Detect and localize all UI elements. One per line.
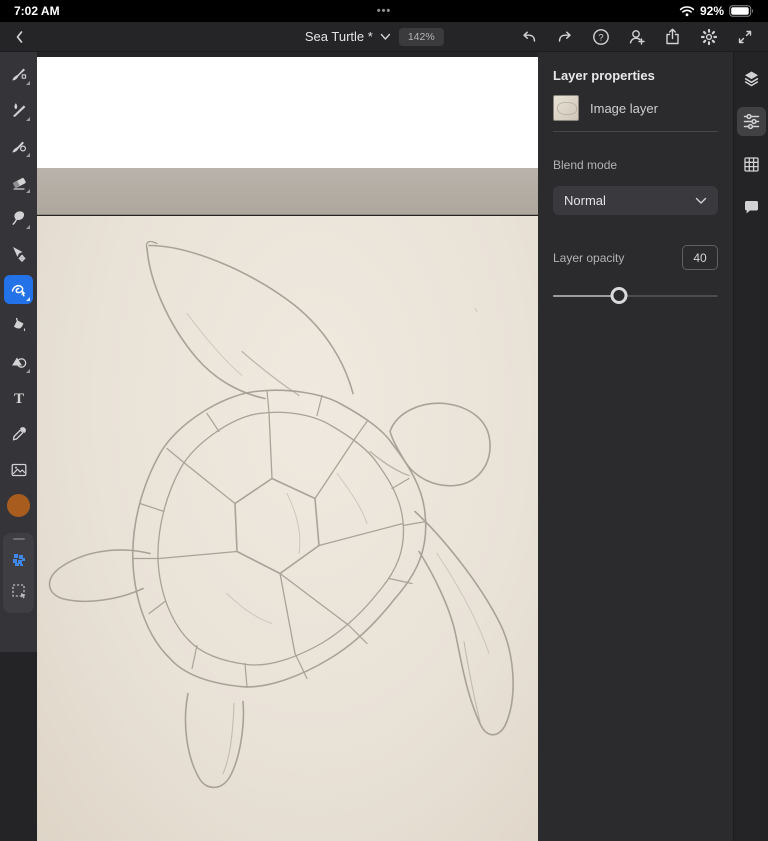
pixel-selection-icon (12, 554, 25, 566)
comments-button[interactable] (737, 193, 766, 222)
sea-turtle-sketch (48, 240, 514, 789)
canvas-area[interactable] (37, 52, 538, 841)
blend-mode-value: Normal (564, 193, 606, 208)
opacity-slider[interactable] (553, 287, 718, 305)
move-tool[interactable] (4, 239, 33, 268)
svg-text:?: ? (598, 32, 603, 43)
place-image-icon (11, 463, 26, 476)
watercolor-brush-tool[interactable] (4, 95, 33, 124)
gear-icon (700, 28, 717, 45)
fullscreen-button[interactable] (731, 25, 758, 49)
eyedropper-icon (12, 426, 26, 440)
invite-person-icon (629, 29, 645, 45)
undo-icon (522, 31, 535, 42)
invite-collaborator-button[interactable] (623, 25, 650, 49)
type-tool[interactable]: T (4, 383, 33, 412)
clock: 7:02 AM (14, 4, 60, 18)
layers-icon (744, 71, 758, 87)
group-drag-handle[interactable] (12, 538, 25, 540)
properties-panel-button[interactable] (736, 107, 766, 136)
back-chevron-icon (16, 30, 23, 43)
zoom-level-badge[interactable]: 142% (398, 27, 444, 46)
paint-bucket-tool[interactable] (4, 311, 33, 340)
app-toolbar: Sea Turtle * 142% ? (0, 22, 768, 52)
comment-bubble-icon (744, 201, 758, 214)
chevron-down-icon (695, 197, 707, 204)
color-swatch[interactable] (4, 491, 33, 520)
tool-sidebar: T (0, 52, 37, 652)
redo-icon (558, 31, 571, 42)
selection-options-group (3, 533, 34, 613)
lasso-icon (12, 210, 24, 225)
opacity-slider-fill (553, 295, 619, 297)
grid-icon (743, 157, 759, 172)
watercolor-brush-icon (12, 102, 25, 117)
chevron-down-icon (380, 33, 391, 40)
transform-selection-tool[interactable] (6, 578, 32, 604)
help-icon: ? (592, 28, 609, 45)
grid-settings-button[interactable] (737, 150, 766, 179)
layer-properties-panel: Layer properties Image layer Blend mode … (538, 52, 733, 841)
eraser-icon (12, 177, 26, 190)
settings-button[interactable] (695, 25, 722, 49)
panel-rail (733, 52, 768, 841)
brush-icon (12, 68, 26, 80)
back-button[interactable] (0, 29, 40, 45)
image-layer-photo[interactable] (37, 168, 538, 841)
undo-button[interactable] (515, 25, 542, 49)
document-title-menu[interactable]: Sea Turtle * (305, 29, 391, 44)
canvas-empty-layer-area[interactable] (37, 57, 538, 168)
shapes-tool[interactable] (4, 347, 33, 376)
layers-panel-button[interactable] (737, 64, 766, 93)
blend-mode-select[interactable]: Normal (553, 186, 718, 215)
layer-thumbnail[interactable] (553, 95, 579, 121)
foreground-color (7, 494, 30, 517)
panel-title: Layer properties (553, 68, 655, 83)
layer-name-row[interactable]: Image layer (553, 95, 718, 132)
opacity-slider-thumb[interactable] (610, 287, 628, 304)
layer-name[interactable]: Image layer (590, 101, 658, 116)
oil-brush-icon (12, 141, 26, 152)
multitask-indicator[interactable]: ••• (377, 5, 392, 17)
move-icon (12, 246, 25, 262)
lasso-tool[interactable] (4, 203, 33, 232)
oil-brush-tool[interactable] (4, 131, 33, 160)
adjust-sliders-icon (743, 113, 759, 130)
battery-percent: 92% (699, 4, 724, 18)
type-icon: T (13, 391, 23, 407)
blend-mode-label: Blend mode (553, 158, 618, 172)
pixel-selection-tool[interactable] (6, 547, 32, 573)
layer-opacity-value[interactable]: 40 (682, 245, 718, 270)
svg-text:T: T (13, 391, 23, 407)
redo-button[interactable] (551, 25, 578, 49)
layer-opacity-label: Layer opacity (553, 250, 625, 265)
help-button[interactable]: ? (587, 25, 614, 49)
expand-arrows-icon (738, 30, 751, 43)
wifi-icon (679, 6, 695, 17)
paint-bucket-icon (13, 317, 25, 331)
brush-tool[interactable] (4, 59, 33, 88)
share-button[interactable] (659, 25, 686, 49)
share-icon (666, 28, 679, 44)
shapes-icon (11, 357, 26, 368)
battery-icon (729, 5, 753, 17)
marquee-transform-icon (11, 584, 25, 599)
selection-brush-tool[interactable] (4, 275, 33, 304)
status-bar: 7:02 AM ••• 92% (0, 0, 768, 22)
eraser-tool[interactable] (4, 167, 33, 196)
eyedropper-tool[interactable] (4, 419, 33, 448)
document-title: Sea Turtle * (304, 29, 373, 44)
place-image-tool[interactable] (4, 455, 33, 484)
